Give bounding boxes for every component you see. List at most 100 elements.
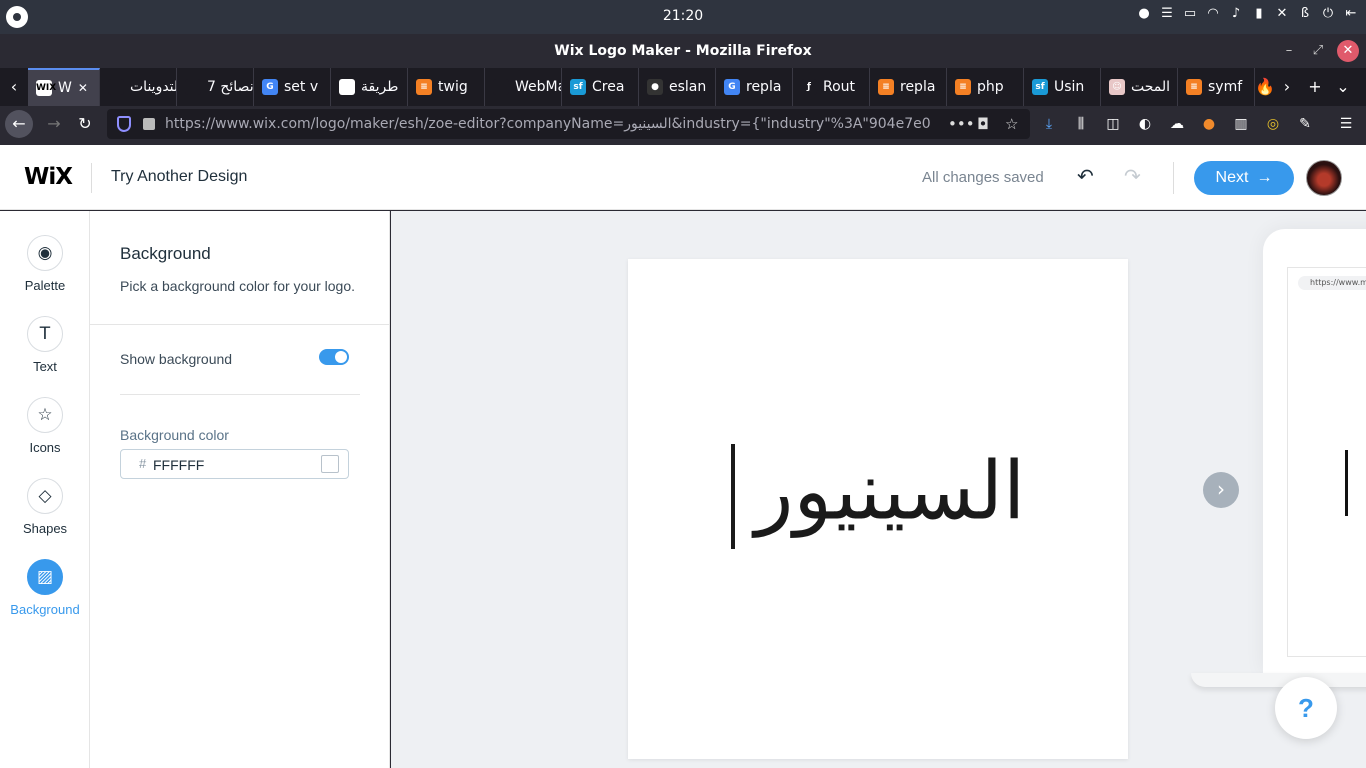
- tab-favicon-icon: ☺: [1109, 79, 1125, 95]
- bluetooth-icon[interactable]: ß: [1298, 7, 1312, 21]
- tab-7[interactable]: sf Crea: [562, 68, 639, 106]
- nav-bar: ← → ↻ https://www.wix.com/logo/maker/esh…: [0, 106, 1366, 142]
- redo-icon[interactable]: ↷: [1124, 164, 1141, 188]
- tab-2[interactable]: 7 نصائح: [177, 68, 254, 106]
- rail-item-shapes[interactable]: ◇ Shapes: [0, 478, 90, 536]
- tab-label: المحت: [1131, 79, 1171, 95]
- tab-label: symf: [1208, 79, 1243, 95]
- mute-icon[interactable]: ✕: [1275, 7, 1289, 21]
- page-actions-icon[interactable]: •••: [948, 115, 975, 133]
- rail-item-background[interactable]: ▨ Background: [0, 559, 90, 617]
- wifi-icon[interactable]: ◠: [1206, 7, 1220, 21]
- rail-item-label: Icons: [29, 440, 61, 455]
- reload-icon[interactable]: ↻: [71, 110, 99, 138]
- tab-6[interactable]: WebMa: [485, 68, 562, 106]
- logo-preview-card[interactable]: السينيور: [628, 259, 1128, 759]
- power-icon[interactable]: ⏻: [1321, 7, 1335, 21]
- extension-icon[interactable]: ▥: [1232, 115, 1250, 133]
- try-another-design-link[interactable]: Try Another Design: [111, 168, 247, 186]
- next-preview-arrow-icon[interactable]: ›: [1203, 472, 1239, 508]
- extension-icon[interactable]: ●: [1200, 115, 1218, 133]
- tab-favicon-icon: ƒ: [801, 79, 817, 95]
- header-divider: [91, 163, 92, 193]
- text-icon: T: [27, 316, 63, 352]
- tracking-shield-icon[interactable]: [117, 116, 131, 132]
- help-button[interactable]: ?: [1275, 677, 1337, 739]
- library-icon[interactable]: ⫼: [1072, 115, 1090, 133]
- tab-strip: ‹ WIX W ✕ التدوينات 7 نصائح Gset v ⚑ طريقة ≡ twig…: [0, 68, 1366, 106]
- tab-13[interactable]: sf Usin: [1024, 68, 1101, 106]
- notification-icon[interactable]: ♪: [1229, 7, 1243, 21]
- tab-label: WebMa: [515, 79, 562, 95]
- new-tab-icon[interactable]: +: [1301, 68, 1329, 106]
- tab-label: eslan: [669, 79, 707, 95]
- tab-favicon-icon: [185, 79, 201, 95]
- logout-icon[interactable]: ⇤: [1344, 7, 1358, 21]
- extension-icon[interactable]: ☁: [1168, 115, 1186, 133]
- avatar[interactable]: [1306, 160, 1342, 196]
- background-panel: Background Pick a background color for y…: [90, 211, 390, 768]
- tabs-scroll-left-icon[interactable]: ‹: [0, 68, 28, 106]
- tab-favicon-icon: sf: [570, 79, 586, 95]
- sidebar-icon[interactable]: ◫: [1104, 115, 1122, 133]
- rail-item-icons[interactable]: ☆ Icons: [0, 397, 90, 455]
- background-color-input[interactable]: # FFFFFF: [120, 449, 349, 479]
- extension-icon[interactable]: ✎: [1296, 115, 1314, 133]
- arrow-right-icon: →: [1256, 169, 1273, 186]
- close-tab-icon[interactable]: ✕: [78, 81, 88, 95]
- tab-12[interactable]: ≡ php: [947, 68, 1024, 106]
- tab-label: set v: [284, 79, 319, 95]
- tab-9[interactable]: Grepla: [716, 68, 793, 106]
- logo-divider-bar: [730, 444, 735, 549]
- undo-icon[interactable]: ↶: [1077, 164, 1094, 188]
- tab-10[interactable]: ƒ Rout: [793, 68, 870, 106]
- app-menu-icon[interactable]: ☰: [1337, 115, 1355, 133]
- show-background-toggle[interactable]: [319, 349, 349, 365]
- menu-icon[interactable]: ☰: [1160, 7, 1174, 21]
- wix-logo[interactable]: WiX: [24, 164, 73, 190]
- tab-label: repla: [900, 79, 936, 95]
- rail-item-text[interactable]: T Text: [0, 316, 90, 374]
- url-text[interactable]: https://www.wix.com/logo/maker/esh/zoe-e…: [165, 116, 940, 132]
- tab-1[interactable]: التدوينات: [100, 68, 177, 106]
- tab-4[interactable]: ⚑ طريقة: [331, 68, 408, 106]
- minimize-icon[interactable]: –: [1280, 42, 1298, 60]
- next-button[interactable]: Next →: [1194, 161, 1294, 195]
- background-color-value[interactable]: FFFFFF: [153, 457, 204, 473]
- maximize-icon[interactable]: ⤢: [1309, 42, 1327, 60]
- back-icon[interactable]: ←: [5, 110, 33, 138]
- shapes-icon: ◇: [27, 478, 63, 514]
- list-tabs-icon[interactable]: ⌄: [1329, 68, 1357, 106]
- rail-item-palette[interactable]: ◉ Palette: [0, 235, 90, 293]
- star-icon: ☆: [27, 397, 63, 433]
- extension-icon[interactable]: ◎: [1264, 115, 1282, 133]
- extension-icon[interactable]: ◐: [1136, 115, 1154, 133]
- os-top-bar: 21:20 ● ☰ ▭ ◠ ♪ ▮ ✕ ß ⏻ ⇤: [0, 0, 1366, 34]
- battery-icon[interactable]: ▮: [1252, 7, 1266, 21]
- folder-icon[interactable]: ▭: [1183, 7, 1197, 21]
- tab-5[interactable]: ≡ twig: [408, 68, 485, 106]
- tab-14[interactable]: ☺ المحت: [1101, 68, 1178, 106]
- tool-rail: ◉ Palette T Text ☆ Icons ◇ Shapes ▨ Background: [0, 211, 90, 768]
- close-window-icon[interactable]: ✕: [1337, 40, 1359, 62]
- tab-3[interactable]: Gset v: [254, 68, 331, 106]
- logo-text[interactable]: السينيور: [628, 444, 1128, 549]
- forward-icon[interactable]: →: [40, 110, 68, 138]
- downloads-icon[interactable]: ⤓: [1040, 115, 1058, 133]
- pocket-icon[interactable]: ◘: [977, 115, 989, 133]
- device-mockup[interactable]: https://www.m: [1263, 229, 1366, 673]
- firefox-icon[interactable]: 🔥: [1255, 68, 1275, 106]
- record-icon[interactable]: ●: [1137, 7, 1151, 21]
- lock-icon[interactable]: [143, 118, 155, 130]
- panel-description: Pick a background color for your logo.: [120, 278, 356, 294]
- tab-0[interactable]: WIX W ✕: [28, 68, 100, 106]
- tabs-scroll-right-icon[interactable]: ›: [1273, 68, 1301, 106]
- tab-label: Crea: [592, 79, 625, 95]
- tab-8[interactable]: ● eslan: [639, 68, 716, 106]
- bookmark-star-icon[interactable]: ☆: [1005, 115, 1018, 133]
- tab-11[interactable]: ≡ repla: [870, 68, 947, 106]
- url-bar[interactable]: https://www.wix.com/logo/maker/esh/zoe-e…: [107, 109, 1030, 139]
- color-swatch[interactable]: [321, 455, 339, 473]
- tab-15[interactable]: ≡ symf: [1178, 68, 1255, 106]
- tab-label: Usin: [1054, 79, 1085, 95]
